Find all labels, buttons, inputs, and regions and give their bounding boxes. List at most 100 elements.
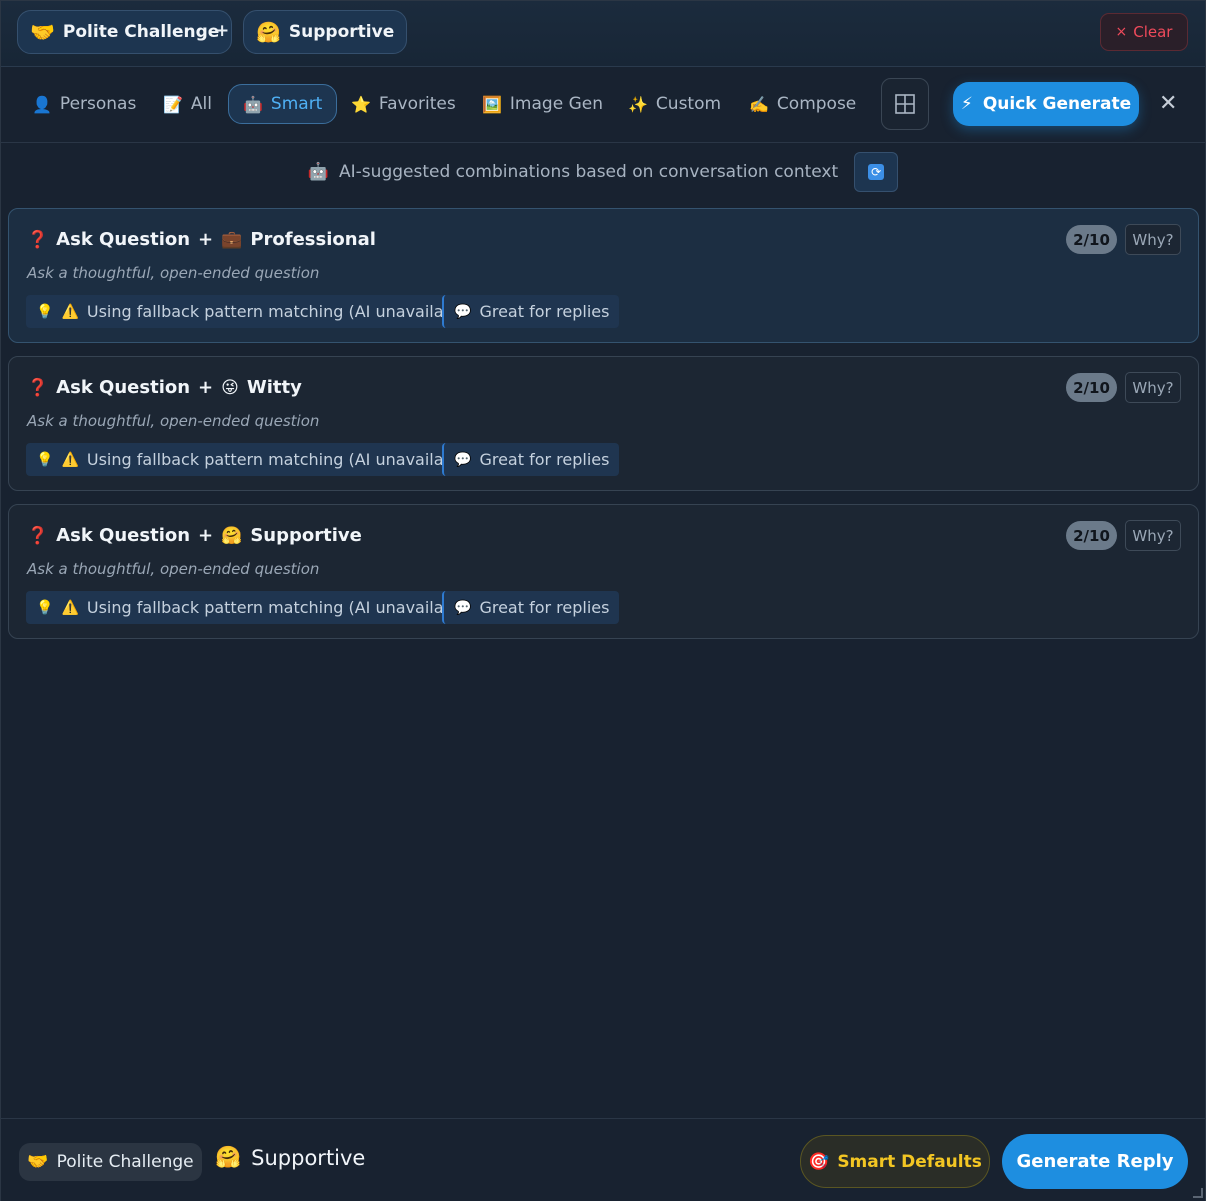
question-mark-icon: ❓ [27,229,49,250]
replies-tag: 💬 Great for replies [442,443,620,476]
winking-tongue-icon: 😜 [221,377,239,398]
handshake-icon: 🤝 [27,1152,49,1172]
card-left-label: Ask Question [56,377,191,398]
clear-label: Clear [1133,23,1173,41]
footer-selected-label: Supportive [251,1145,366,1170]
lightbulb-icon: 💡 [36,303,54,320]
selected-chip-polite-challenge[interactable]: 🤝 Polite Challenge [17,10,233,54]
tab-image-gen[interactable]: 🖼️ Image Gen [468,84,617,124]
speech-bubble-icon: 💬 [454,303,472,320]
tab-label: Compose [776,94,857,114]
warning-icon: ⚠️ [61,451,79,468]
card-right-label: Witty [246,377,302,398]
smart-defaults-label: Smart Defaults [837,1151,982,1172]
app-window: 🤝 Polite Challenge + 🤗 Supportive × Clea… [0,0,1206,1201]
score-badge: 2/10 [1066,521,1117,550]
card-left-label: Ask Question [56,525,191,546]
plus-sign: + [215,21,230,41]
warning-icon: ⚠️ [61,303,79,320]
card-description: Ask a thoughtful, open-ended question [27,560,320,578]
quick-generate-button[interactable]: ⚡ Quick Generate [953,82,1139,126]
sparkles-icon: ✨ [628,94,648,114]
grid-icon [895,94,915,114]
card-description: Ask a thoughtful, open-ended question [27,412,320,430]
tab-favorites[interactable]: ⭐ Favorites [337,84,470,124]
refresh-icon: ⟳ [868,164,885,180]
card-right-label: Supportive [250,525,362,546]
robot-icon: 🤖 [243,94,263,114]
card-description: Ask a thoughtful, open-ended question [27,264,320,282]
close-icon: × [1115,24,1128,40]
tag-text: Using fallback pattern matching (AI unav… [86,598,475,617]
smart-defaults-button[interactable]: 🎯 Smart Defaults [800,1135,990,1188]
clear-button[interactable]: × Clear [1100,13,1188,51]
suggestion-card[interactable]: ❓ Ask Question + 💼 Professional Ask a th… [8,208,1199,343]
tab-bar: 👤 Personas 📝 All 🤖 Smart ⭐ Favorites 🖼️ … [1,67,1205,143]
question-mark-icon: ❓ [27,525,49,546]
grid-view-button[interactable] [881,78,929,130]
quick-generate-label: Quick Generate [982,94,1132,114]
fallback-tag: 💡 ⚠️ Using fallback pattern matching (AI… [26,443,485,476]
tab-label: Personas [59,94,137,114]
tab-label: Favorites [378,94,456,114]
memo-icon: 📝 [163,94,183,114]
target-icon: 🎯 [808,1151,830,1172]
why-button[interactable]: Why? [1125,520,1181,551]
header-bar: 🤝 Polite Challenge + 🤗 Supportive × Clea… [1,1,1205,67]
replies-tag: 💬 Great for replies [442,295,620,328]
person-icon: 👤 [32,94,52,114]
hug-icon: 🤗 [215,1145,242,1169]
suggestion-card[interactable]: ❓ Ask Question + 🤗 Supportive Ask a thou… [8,504,1199,639]
tab-label: Custom [655,94,722,114]
briefcase-icon: 💼 [221,229,243,250]
hug-icon: 🤗 [256,20,281,44]
tab-personas[interactable]: 👤 Personas [18,84,150,124]
hug-icon: 🤗 [221,525,243,546]
tag-text: Using fallback pattern matching (AI unav… [86,450,475,469]
why-button[interactable]: Why? [1125,224,1181,255]
tag-text: Great for replies [479,450,610,469]
tab-label: All [190,94,212,114]
lightbulb-icon: 💡 [36,599,54,616]
star-icon: ⭐ [351,94,371,114]
tab-smart[interactable]: 🤖 Smart [228,84,338,124]
tab-label: Image Gen [509,94,603,114]
card-right-label: Professional [250,229,376,250]
card-title: ❓ Ask Question + 🤗 Supportive [27,525,362,546]
handshake-icon: 🤝 [30,20,55,44]
speech-bubble-icon: 💬 [454,451,472,468]
footer-chip-label: Polite Challenge [56,1152,194,1172]
speech-bubble-icon: 💬 [454,599,472,616]
card-title: ❓ Ask Question + 😜 Witty [27,377,302,398]
refresh-button[interactable]: ⟳ [854,152,899,192]
tab-compose[interactable]: ✍️ Compose [735,84,870,124]
score-badge: 2/10 [1066,225,1117,254]
tab-all[interactable]: 📝 All [149,84,226,124]
tab-custom[interactable]: ✨ Custom [614,84,735,124]
footer-chip-polite-challenge[interactable]: 🤝 Polite Challenge [19,1143,202,1181]
close-icon[interactable]: ✕ [1159,91,1177,116]
lightning-icon: ⚡ [960,94,973,114]
plus-sign: + [198,229,214,250]
footer-bar: 🤝 Polite Challenge 🤗 Supportive 🎯 Smart … [1,1118,1205,1201]
replies-tag: 💬 Great for replies [442,591,620,624]
plus-sign: + [198,377,214,398]
suggestion-card[interactable]: ❓ Ask Question + 😜 Witty Ask a thoughtfu… [8,356,1199,491]
card-title: ❓ Ask Question + 💼 Professional [27,229,376,250]
selected-chip-supportive[interactable]: 🤗 Supportive [243,10,408,54]
plus-sign: + [198,525,214,546]
selected-chip-label: Polite Challenge [62,22,220,42]
picture-icon: 🖼️ [482,94,502,114]
warning-icon: ⚠️ [61,599,79,616]
smart-info-text: AI-suggested combinations based on conve… [339,162,839,182]
question-mark-icon: ❓ [27,377,49,398]
resize-handle[interactable] [1193,1188,1203,1198]
smart-info-bar: 🤖 AI-suggested combinations based on con… [1,152,1205,192]
tab-label: Smart [270,94,323,114]
selected-chip-label: Supportive [288,22,395,42]
tag-text: Great for replies [479,598,610,617]
tag-text: Using fallback pattern matching (AI unav… [86,302,475,321]
writing-hand-icon: ✍️ [749,94,769,114]
generate-reply-button[interactable]: Generate Reply [1002,1134,1188,1189]
why-button[interactable]: Why? [1125,372,1181,403]
